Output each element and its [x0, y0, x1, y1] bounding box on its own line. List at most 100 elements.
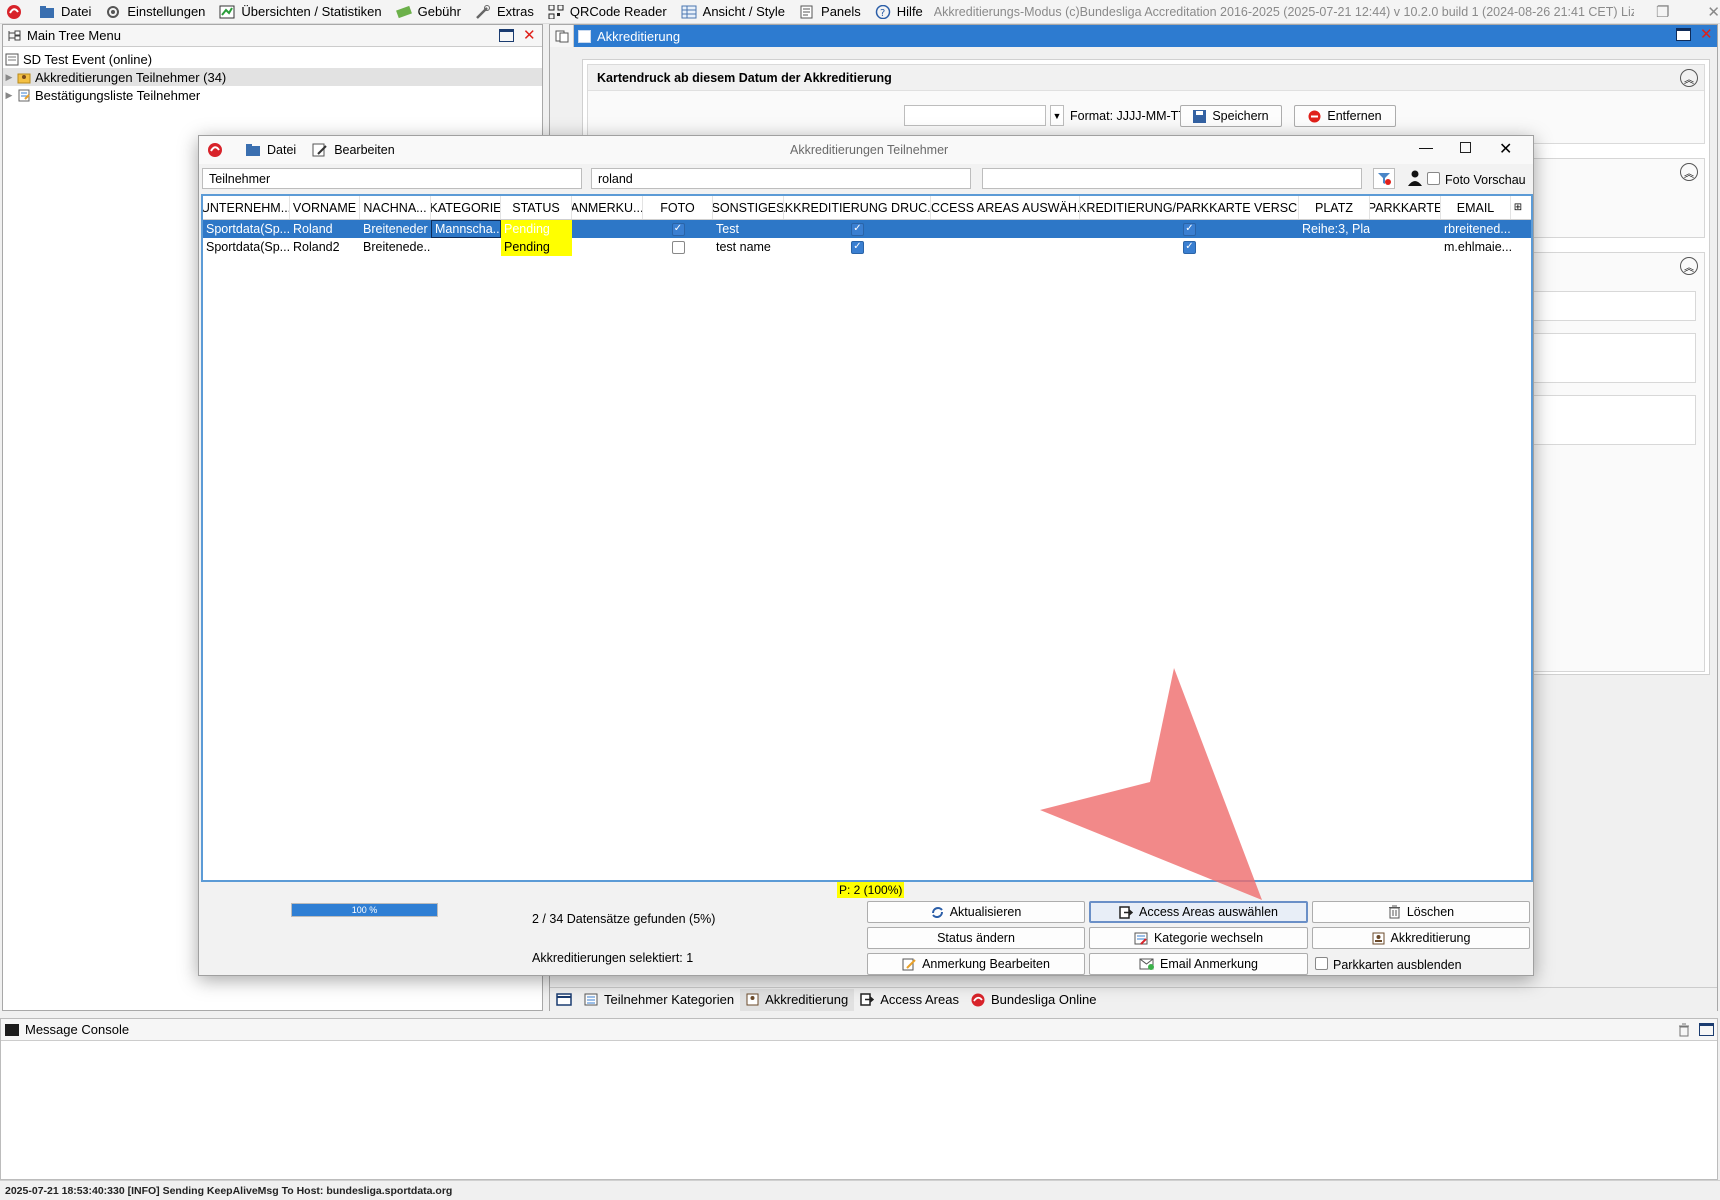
- tree-item-bestaetigungsliste[interactable]: ▶ Bestätigungsliste Teilnehmer: [3, 86, 542, 104]
- cell-lastname: Breitenede...: [363, 240, 431, 254]
- email-anmerkung-button[interactable]: Email Anmerkung: [1089, 953, 1308, 975]
- entfernen-button[interactable]: Entfernen: [1294, 105, 1396, 127]
- minimize-dialog-icon[interactable]: —: [1419, 139, 1433, 155]
- dialog-menu-datei[interactable]: Datei: [245, 143, 296, 157]
- col-status[interactable]: STATUS: [501, 196, 572, 219]
- maximize-panel-icon[interactable]: [499, 29, 514, 42]
- parkkarten-ausblenden-checkbox[interactable]: [1315, 957, 1328, 970]
- sent-checkbox[interactable]: ✓: [1183, 222, 1196, 236]
- dialog-menu-bearbeiten[interactable]: Bearbeiten: [312, 143, 395, 157]
- app-title: Akkreditierungs-Modus (c)Bundesliga Accr…: [933, 4, 1634, 19]
- menu-uebersichten[interactable]: Übersichten / Statistiken: [212, 1, 388, 23]
- close-window-icon[interactable]: ✕: [1707, 3, 1720, 21]
- svg-text:?: ?: [880, 8, 885, 19]
- edit-icon: [312, 143, 327, 157]
- akkreditierung-button[interactable]: Akkreditierung: [1312, 927, 1530, 949]
- maximize-dialog-icon[interactable]: [1460, 142, 1471, 153]
- filter-field-select[interactable]: Teilnehmer: [202, 168, 582, 189]
- cell-firstname: Roland2: [293, 240, 340, 254]
- col-platz[interactable]: PLATZ: [1299, 196, 1370, 219]
- restore-window-icon[interactable]: ❐: [1656, 3, 1669, 21]
- tree-root[interactable]: SD Test Event (online): [3, 50, 542, 68]
- menu-einstellungen[interactable]: Einstellungen: [98, 1, 212, 23]
- menu-ansicht[interactable]: Ansicht / Style: [674, 1, 792, 23]
- filter-extra-input[interactable]: [982, 168, 1362, 189]
- selected-count: Akkreditierungen selektiert: 1: [532, 951, 694, 965]
- photo-preview-checkbox[interactable]: [1427, 172, 1440, 185]
- col-access-areas[interactable]: ACCESS AREAS AUSWÄH...: [931, 196, 1080, 219]
- column-chooser-icon[interactable]: ⊞: [1511, 196, 1525, 219]
- col-akk-druck[interactable]: AKKREDITIERUNG DRUC...: [784, 196, 931, 219]
- col-unternehmen[interactable]: UNTERNEHM...: [203, 196, 290, 219]
- expand-icon[interactable]: ▶: [3, 90, 15, 101]
- filter-value-input[interactable]: roland: [591, 168, 971, 189]
- cell-note: [572, 220, 643, 238]
- kategorie-wechseln-button[interactable]: Kategorie wechseln: [1089, 927, 1308, 949]
- console-title: Message Console: [25, 1022, 130, 1037]
- print-checkbox[interactable]: ✓: [851, 240, 864, 254]
- col-parkkarte[interactable]: PARKKARTE: [1370, 196, 1441, 219]
- help-icon: ?: [875, 4, 891, 19]
- table-row[interactable]: Sportdata(Sp... Roland Breiteneder Manns…: [203, 220, 1531, 238]
- trash-icon: [1388, 905, 1400, 919]
- expand-icon[interactable]: ▶: [3, 72, 15, 83]
- col-nachname[interactable]: NACHNA...: [360, 196, 431, 219]
- menu-extras[interactable]: Extras: [468, 1, 541, 23]
- users-folder-icon: [17, 71, 31, 84]
- col-foto[interactable]: FOTO: [643, 196, 713, 219]
- clear-filter-button[interactable]: [1373, 168, 1395, 189]
- tree-item-akkreditierungen[interactable]: ▶ Akkreditierungen Teilnehmer (34): [3, 68, 542, 86]
- clear-console-icon[interactable]: [1677, 1023, 1691, 1040]
- panel-dock-icon[interactable]: [550, 25, 574, 47]
- status-aendern-button[interactable]: Status ändern: [867, 927, 1085, 949]
- tab-akkreditierung[interactable]: Akkreditierung: [740, 988, 855, 1011]
- speichern-button[interactable]: Speichern: [1180, 105, 1282, 127]
- close-panel-icon[interactable]: ✕: [523, 26, 536, 44]
- money-icon: [395, 5, 412, 19]
- menu-hilfe[interactable]: ? Hilfe: [868, 1, 930, 23]
- dialog-titlebar: Datei Bearbeiten Akkreditierungen Teilne…: [199, 136, 1533, 164]
- menu-gebuehr[interactable]: Gebühr: [389, 1, 468, 23]
- cell-firstname: Roland: [293, 222, 333, 236]
- accreditation-icon: [578, 29, 591, 43]
- photo-preview-label: Foto Vorschau: [1445, 173, 1526, 187]
- date-dropdown-button[interactable]: ▼: [1050, 105, 1064, 126]
- collapse-section-icon[interactable]: ︽: [1680, 257, 1698, 275]
- print-checkbox[interactable]: ✓: [851, 222, 864, 236]
- bottom-tabs: Teilnehmer Kategorien Akkreditierung Acc…: [550, 987, 1717, 1011]
- photo-checkbox[interactable]: [671, 240, 685, 254]
- menu-datei[interactable]: Datei: [32, 1, 98, 23]
- close-panel-icon[interactable]: ✕: [1700, 25, 1713, 43]
- tab-bundesliga-online[interactable]: Bundesliga Online: [965, 989, 1103, 1011]
- collapse-section-icon[interactable]: ︽: [1680, 69, 1698, 87]
- event-icon: [5, 53, 19, 66]
- cell-lastname: Breiteneder: [363, 222, 428, 236]
- note-edit-icon: [902, 958, 916, 970]
- col-anmerkung[interactable]: ANMERKU...: [572, 196, 643, 219]
- close-dialog-icon[interactable]: ✕: [1499, 139, 1512, 159]
- col-vorname[interactable]: VORNAME: [290, 196, 360, 219]
- maximize-panel-icon[interactable]: [1676, 28, 1691, 41]
- sent-checkbox[interactable]: ✓: [1183, 240, 1196, 254]
- tabs-menu-icon[interactable]: [550, 989, 578, 1011]
- menu-qrcode[interactable]: QRCode Reader: [541, 1, 674, 23]
- col-sonstiges[interactable]: SONSTIGES: [713, 196, 784, 219]
- filter-clear-icon: [1378, 173, 1391, 185]
- col-akk-versch[interactable]: AKKREDITIERUNG/PARKKARTE VERSCH...: [1080, 196, 1299, 219]
- col-email[interactable]: EMAIL: [1441, 196, 1511, 219]
- status-text: 2025-07-21 18:53:40:330 [INFO] Sending K…: [5, 1184, 453, 1197]
- date-input[interactable]: [904, 105, 1046, 126]
- loeschen-button[interactable]: Löschen: [1312, 901, 1530, 923]
- pointer-arrow: [1040, 668, 1262, 900]
- list-icon: [17, 89, 31, 102]
- col-kategorie[interactable]: KATEGORIE: [431, 196, 501, 219]
- collapse-section-icon[interactable]: ︽: [1680, 163, 1698, 181]
- tab-access-areas[interactable]: Access Areas: [854, 989, 965, 1011]
- tab-teilnehmer-kategorien[interactable]: Teilnehmer Kategorien: [578, 989, 740, 1011]
- menu-panels[interactable]: Panels: [792, 1, 868, 23]
- photo-checkbox[interactable]: ✓: [671, 222, 685, 236]
- anmerkung-bearbeiten-button[interactable]: Anmerkung Bearbeiten: [867, 953, 1085, 975]
- maximize-console-icon[interactable]: [1699, 1023, 1714, 1036]
- table-row[interactable]: Sportdata(Sp... Roland2 Breitenede... Pe…: [203, 238, 1531, 256]
- gear-icon: [105, 5, 121, 19]
